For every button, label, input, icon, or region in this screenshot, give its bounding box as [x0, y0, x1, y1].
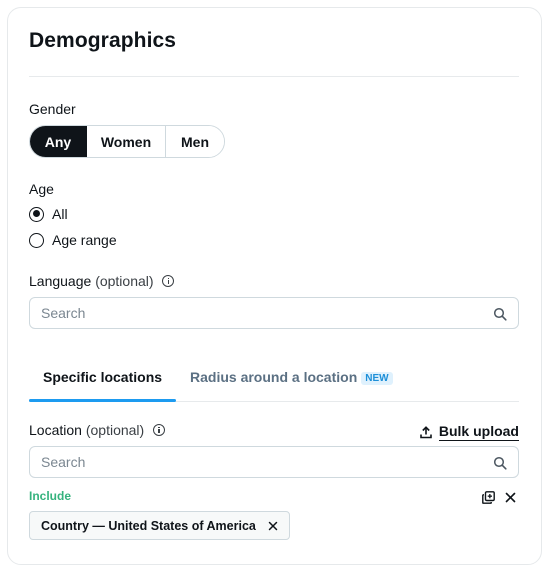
location-label: Location (optional) [29, 422, 166, 438]
search-icon [493, 456, 507, 470]
location-chip-label: Country — United States of America [41, 518, 256, 533]
close-icon[interactable] [505, 492, 516, 503]
tab-specific-locations[interactable]: Specific locations [43, 369, 162, 385]
age-range-radio[interactable] [29, 232, 44, 248]
location-search-input[interactable] [30, 447, 518, 477]
age-range-label: Age range [52, 232, 117, 248]
age-all-option[interactable]: All [29, 206, 68, 222]
age-range-option[interactable]: Age range [29, 232, 117, 248]
new-badge: NEW [361, 372, 393, 385]
location-search-field[interactable] [29, 446, 519, 478]
bulk-upload-label: Bulk upload [438, 423, 519, 441]
active-tab-indicator [29, 399, 176, 402]
tab-radius-around-location[interactable]: Radius around a location NEW [190, 369, 393, 385]
bulk-upload-button[interactable]: Bulk upload [420, 423, 519, 441]
location-tabs: Specific locations Radius around a locat… [29, 360, 519, 402]
gender-label: Gender [29, 101, 76, 117]
gender-any-button[interactable]: Any [30, 126, 87, 157]
gender-segmented-control: Any Women Men [29, 125, 225, 158]
info-icon[interactable] [153, 424, 166, 436]
gender-men-button[interactable]: Men [166, 126, 224, 157]
language-search-field[interactable] [29, 297, 519, 329]
upload-icon [420, 425, 432, 438]
include-label: Include [29, 489, 72, 503]
location-chip: Country — United States of America [29, 511, 290, 540]
copy-icon[interactable] [482, 491, 495, 504]
language-label-text: Language [29, 273, 92, 289]
search-icon [493, 307, 507, 321]
remove-chip-icon[interactable] [268, 521, 278, 531]
language-label: Language (optional) [29, 273, 175, 289]
language-optional-text: (optional) [95, 273, 154, 289]
info-icon[interactable] [162, 275, 175, 287]
language-search-input[interactable] [30, 298, 518, 328]
location-optional-text: (optional) [85, 422, 145, 438]
age-all-label: All [52, 206, 68, 222]
divider [29, 76, 519, 77]
age-label: Age [29, 181, 54, 197]
section-title: Demographics [29, 29, 177, 52]
gender-women-button[interactable]: Women [87, 126, 166, 157]
tab-radius-label: Radius around a location [190, 369, 358, 385]
age-all-radio[interactable] [29, 206, 44, 222]
location-label-text: Location [29, 422, 82, 438]
